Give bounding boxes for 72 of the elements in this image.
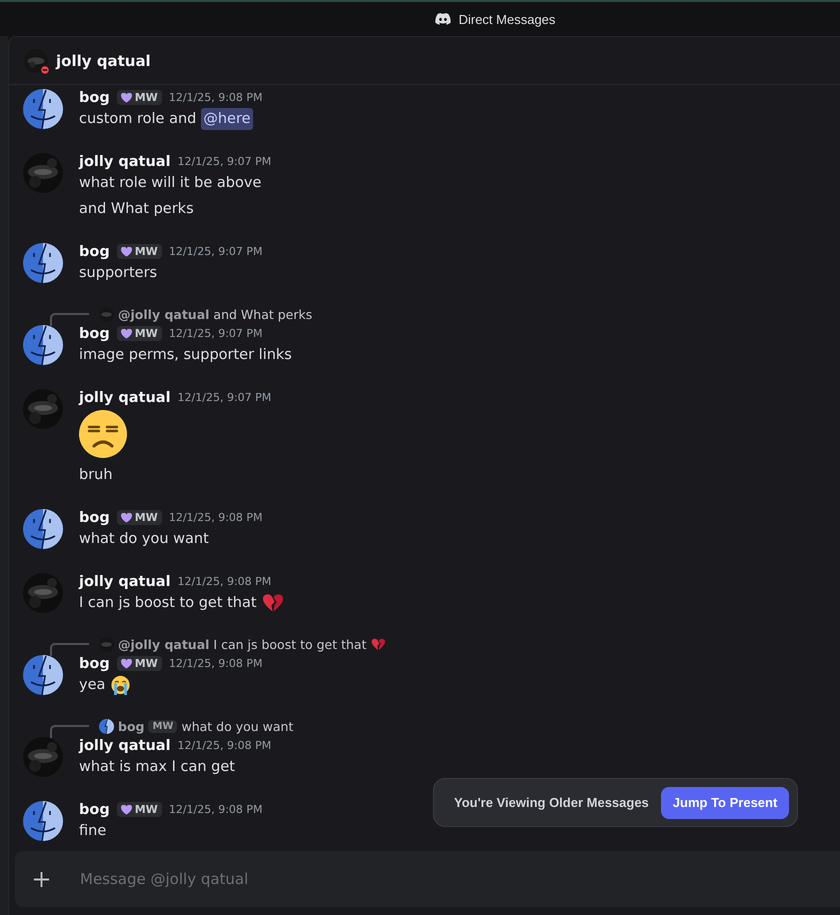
window-title: Direct Messages: [458, 12, 556, 26]
heart-icon: [120, 658, 132, 668]
role-tag-text: MW: [134, 245, 158, 258]
timestamp: 12/1/25, 9:08 PM: [168, 657, 263, 670]
avatar: [99, 636, 114, 652]
channel-name[interactable]: jolly qatual: [56, 52, 151, 70]
message-text: what is max I can get: [79, 758, 235, 777]
message-text: image perms, supporter links: [79, 346, 292, 365]
heart-icon: [120, 328, 132, 338]
role-tag-text: MW: [134, 511, 158, 524]
message-text: custom role and: [79, 110, 196, 129]
author-name[interactable]: bog: [79, 656, 110, 672]
plus-icon[interactable]: [33, 870, 50, 888]
author-name[interactable]: bog: [79, 326, 110, 342]
author-name[interactable]: jolly qatual: [79, 154, 171, 170]
message-text: what do you want: [79, 530, 209, 549]
author-name[interactable]: jolly qatual: [79, 738, 171, 754]
reply-preview-text[interactable]: what do you want: [181, 718, 294, 734]
unamused-emoji-icon: [79, 410, 127, 458]
message-text: what role will it be above: [79, 174, 262, 193]
mention-link[interactable]: @here: [201, 108, 253, 130]
discord-logo-icon: [434, 13, 451, 25]
reply-author[interactable]: @jolly qatual: [118, 636, 210, 652]
message-bar[interactable]: Message @jolly qatual: [15, 851, 840, 907]
role-tag: MW: [148, 720, 178, 732]
timestamp: 12/1/25, 9:08 PM: [168, 803, 263, 816]
role-tag-text: MW: [134, 657, 158, 670]
avatar: [99, 306, 114, 322]
heart-icon: [120, 512, 132, 522]
timestamp: 12/1/25, 9:08 PM: [168, 91, 263, 104]
timestamp: 12/1/25, 9:07 PM: [168, 327, 263, 340]
author-name[interactable]: jolly qatual: [79, 574, 171, 590]
message-text: supporters: [79, 264, 158, 283]
author-name[interactable]: bog: [79, 510, 110, 526]
heart-icon: [120, 804, 132, 814]
avatar[interactable]: [23, 89, 63, 129]
timestamp: 12/1/25, 9:07 PM: [168, 245, 263, 258]
avatar[interactable]: [23, 655, 63, 695]
role-tag-text: MW: [134, 327, 158, 340]
author-name[interactable]: jolly qatual: [79, 390, 171, 406]
broken-heart-icon: [262, 593, 283, 613]
timestamp: 12/1/25, 9:08 PM: [178, 575, 272, 588]
avatar[interactable]: [23, 509, 63, 549]
message-text: fine: [79, 822, 106, 841]
message-input-field[interactable]: Message @jolly qatual: [78, 869, 840, 889]
message-text: I can js boost to get that: [79, 594, 257, 613]
timestamp: 12/1/25, 9:07 PM: [178, 155, 272, 168]
message-text: bruh: [79, 466, 113, 485]
role-tag-text: MW: [134, 91, 158, 104]
heart-icon: [120, 246, 132, 256]
avatar[interactable]: [23, 243, 63, 283]
role-tag-text: MW: [134, 803, 158, 816]
reply-preview-text[interactable]: and What perks: [213, 306, 312, 322]
banner-text: You're Viewing Older Messages: [454, 795, 649, 810]
reply-author[interactable]: @jolly qatual: [118, 306, 210, 322]
author-name[interactable]: bog: [79, 244, 110, 260]
avatar: [99, 718, 114, 734]
reply-preview-text[interactable]: I can js boost to get that: [213, 636, 366, 652]
avatar[interactable]: [23, 325, 63, 365]
author-name[interactable]: bog: [79, 802, 110, 818]
author-name[interactable]: bog: [79, 90, 110, 106]
heart-icon: [120, 92, 132, 102]
reply-author[interactable]: bog: [118, 718, 144, 734]
timestamp: 12/1/25, 9:07 PM: [178, 391, 272, 404]
avatar[interactable]: [23, 801, 63, 841]
jump-to-present-button[interactable]: Jump To Present: [660, 786, 790, 818]
message-text: yea: [79, 676, 106, 695]
timestamp: 12/1/25, 9:08 PM: [168, 511, 263, 524]
message-text: and What perks: [79, 200, 194, 219]
broken-heart-icon: [370, 638, 384, 650]
timestamp: 12/1/25, 9:08 PM: [178, 739, 272, 752]
crying-emoji-icon: [110, 675, 132, 695]
